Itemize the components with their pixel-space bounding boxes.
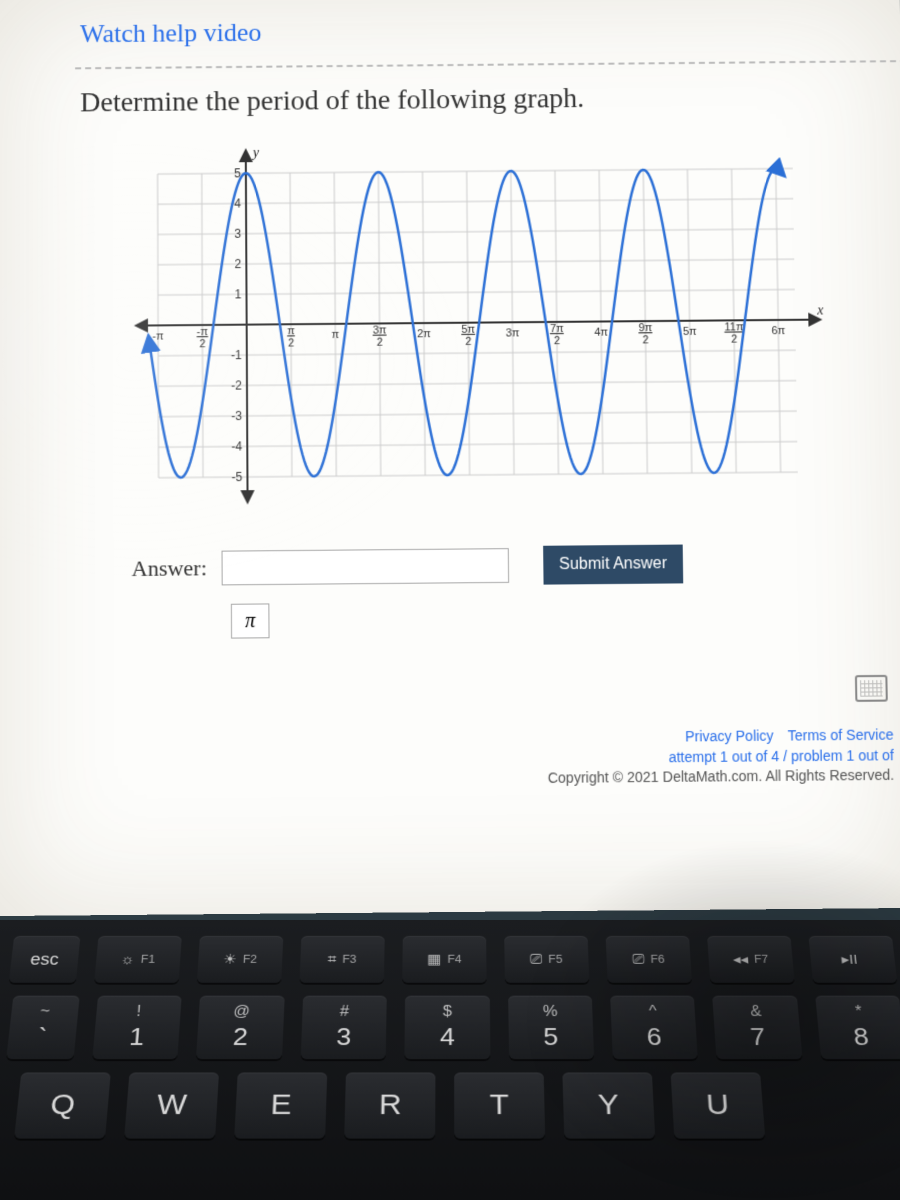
svg-text:2π: 2π [417,328,431,340]
key-3: #3 [301,996,387,1060]
svg-text:-3: -3 [231,409,242,423]
privacy-link[interactable]: Privacy Policy [685,728,774,745]
key-f1: ☼F1 [94,936,182,983]
svg-text:4π: 4π [594,327,608,339]
svg-text:5π: 5π [461,324,475,336]
svg-text:2: 2 [288,337,294,349]
svg-text:2: 2 [235,257,242,271]
svg-text:-π: -π [152,330,164,342]
key-f5: ⎚F5 [504,936,589,983]
key-q: Q [14,1073,111,1139]
svg-text:2: 2 [642,334,648,346]
key-f4: ▦F4 [402,936,486,983]
key-e: E [234,1073,327,1139]
svg-text:3: 3 [234,227,241,241]
svg-text:3π: 3π [373,324,387,336]
key-r: R [344,1073,435,1139]
key-f7: ◂◂F7 [707,936,795,983]
answer-input[interactable] [221,548,509,585]
key-t: T [454,1073,545,1139]
trig-graph: y x 543 21 -1-2-3 -4-5 -π -π2 π2 π [130,138,838,509]
svg-text:π: π [287,325,295,337]
answer-label: Answer: [132,555,208,582]
graph-container: y x 543 21 -1-2-3 -4-5 -π -π2 π2 π [130,137,900,508]
divider [75,60,900,69]
svg-text:π: π [331,329,339,341]
physical-keyboard: esc ☼F1 ☀F2 ⌗F3 ▦F4 ⎚F5 ⎚F6 ◂◂F7 ▸II ~` … [0,920,900,1200]
key-5: %5 [508,996,594,1060]
watch-help-link[interactable]: Watch help video [80,12,900,49]
svg-text:-1: -1 [231,348,242,362]
svg-text:y: y [251,146,260,161]
svg-text:-2: -2 [231,378,242,392]
svg-text:9π: 9π [638,322,652,334]
svg-text:6π: 6π [771,325,785,337]
svg-text:2: 2 [377,337,383,349]
key-6: ^6 [610,996,698,1060]
key-w: W [124,1073,219,1139]
key-1: !1 [92,996,182,1060]
submit-answer-button[interactable]: Submit Answer [543,545,684,585]
svg-text:7π: 7π [550,323,564,335]
svg-text:2: 2 [199,338,205,350]
footer: Privacy Policy Terms of Service attempt … [547,725,894,789]
question-prompt: Determine the period of the following gr… [80,80,900,119]
svg-text:1: 1 [235,287,242,301]
svg-text:11π: 11π [724,321,744,333]
svg-text:2: 2 [731,333,737,345]
key-tilde: ~` [6,996,80,1060]
key-esc: esc [9,936,80,983]
key-f6: ⎚F6 [606,936,692,983]
copyright-text: Copyright © 2021 DeltaMath.com. All Righ… [548,766,895,789]
key-7: &7 [712,996,802,1060]
key-4: $4 [405,996,490,1060]
pi-insert-button[interactable]: π [231,603,270,638]
key-u: U [671,1073,766,1139]
svg-text:-π: -π [197,326,209,338]
key-f2: ☀F2 [197,936,284,983]
svg-text:-5: -5 [232,470,243,484]
svg-text:2: 2 [465,336,471,348]
key-2: @2 [196,996,284,1060]
key-f3: ⌗F3 [299,936,384,983]
terms-link[interactable]: Terms of Service [788,726,894,743]
svg-text:-4: -4 [231,439,242,453]
svg-text:2: 2 [554,335,560,347]
key-8: *8 [815,996,900,1060]
svg-text:3π: 3π [506,327,520,339]
svg-text:4: 4 [234,196,241,210]
keyboard-toggle-icon[interactable] [855,675,888,702]
svg-text:x: x [816,303,824,318]
key-f8: ▸II [808,936,897,983]
key-y: Y [562,1073,655,1139]
svg-text:5π: 5π [683,326,697,338]
